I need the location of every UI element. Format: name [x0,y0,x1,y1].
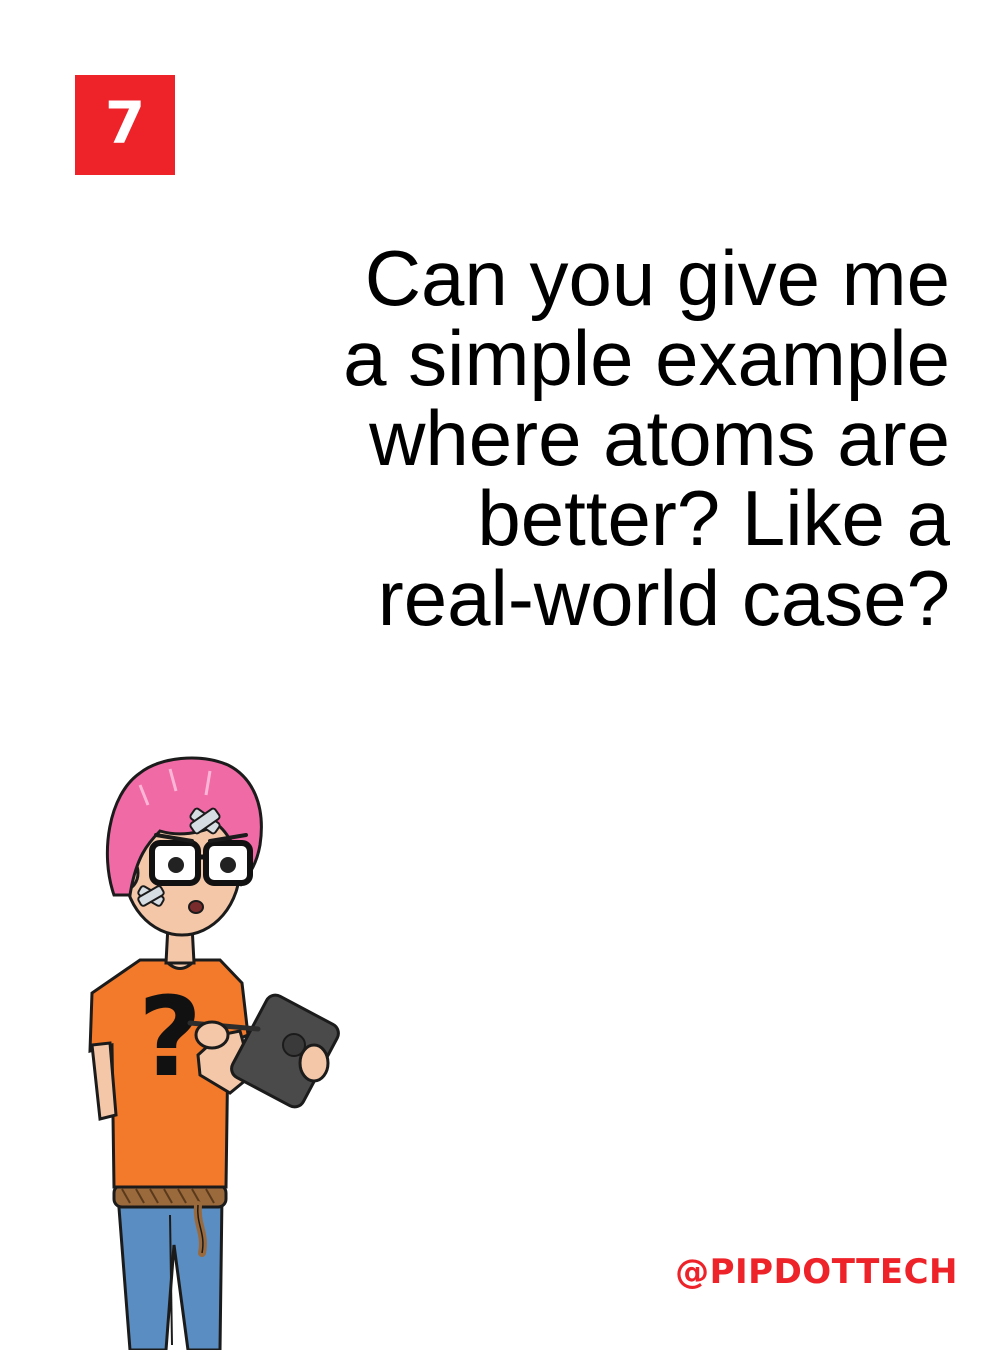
shirt-question-mark: ? [138,973,202,1101]
right-hand [298,1043,330,1083]
jeans [116,1193,224,1350]
question-line: real-world case? [377,554,950,642]
social-handle: @PIPDOTTECH [675,1252,958,1292]
left-arm [90,1041,118,1121]
mouth [188,900,204,914]
left-hand [194,1020,230,1050]
question-line: better? Like a [477,474,950,562]
question-text: Can you give me a simple example where a… [190,238,950,638]
slide: 7 Can you give me a simple example where… [0,0,1000,1350]
question-line: where atoms are [369,394,950,482]
character-illustration: ? [88,756,340,1350]
question-line: a simple example [343,314,950,402]
slide-number-badge: 7 [75,75,175,175]
question-line: Can you give me [364,234,950,322]
slide-number: 7 [104,89,146,157]
